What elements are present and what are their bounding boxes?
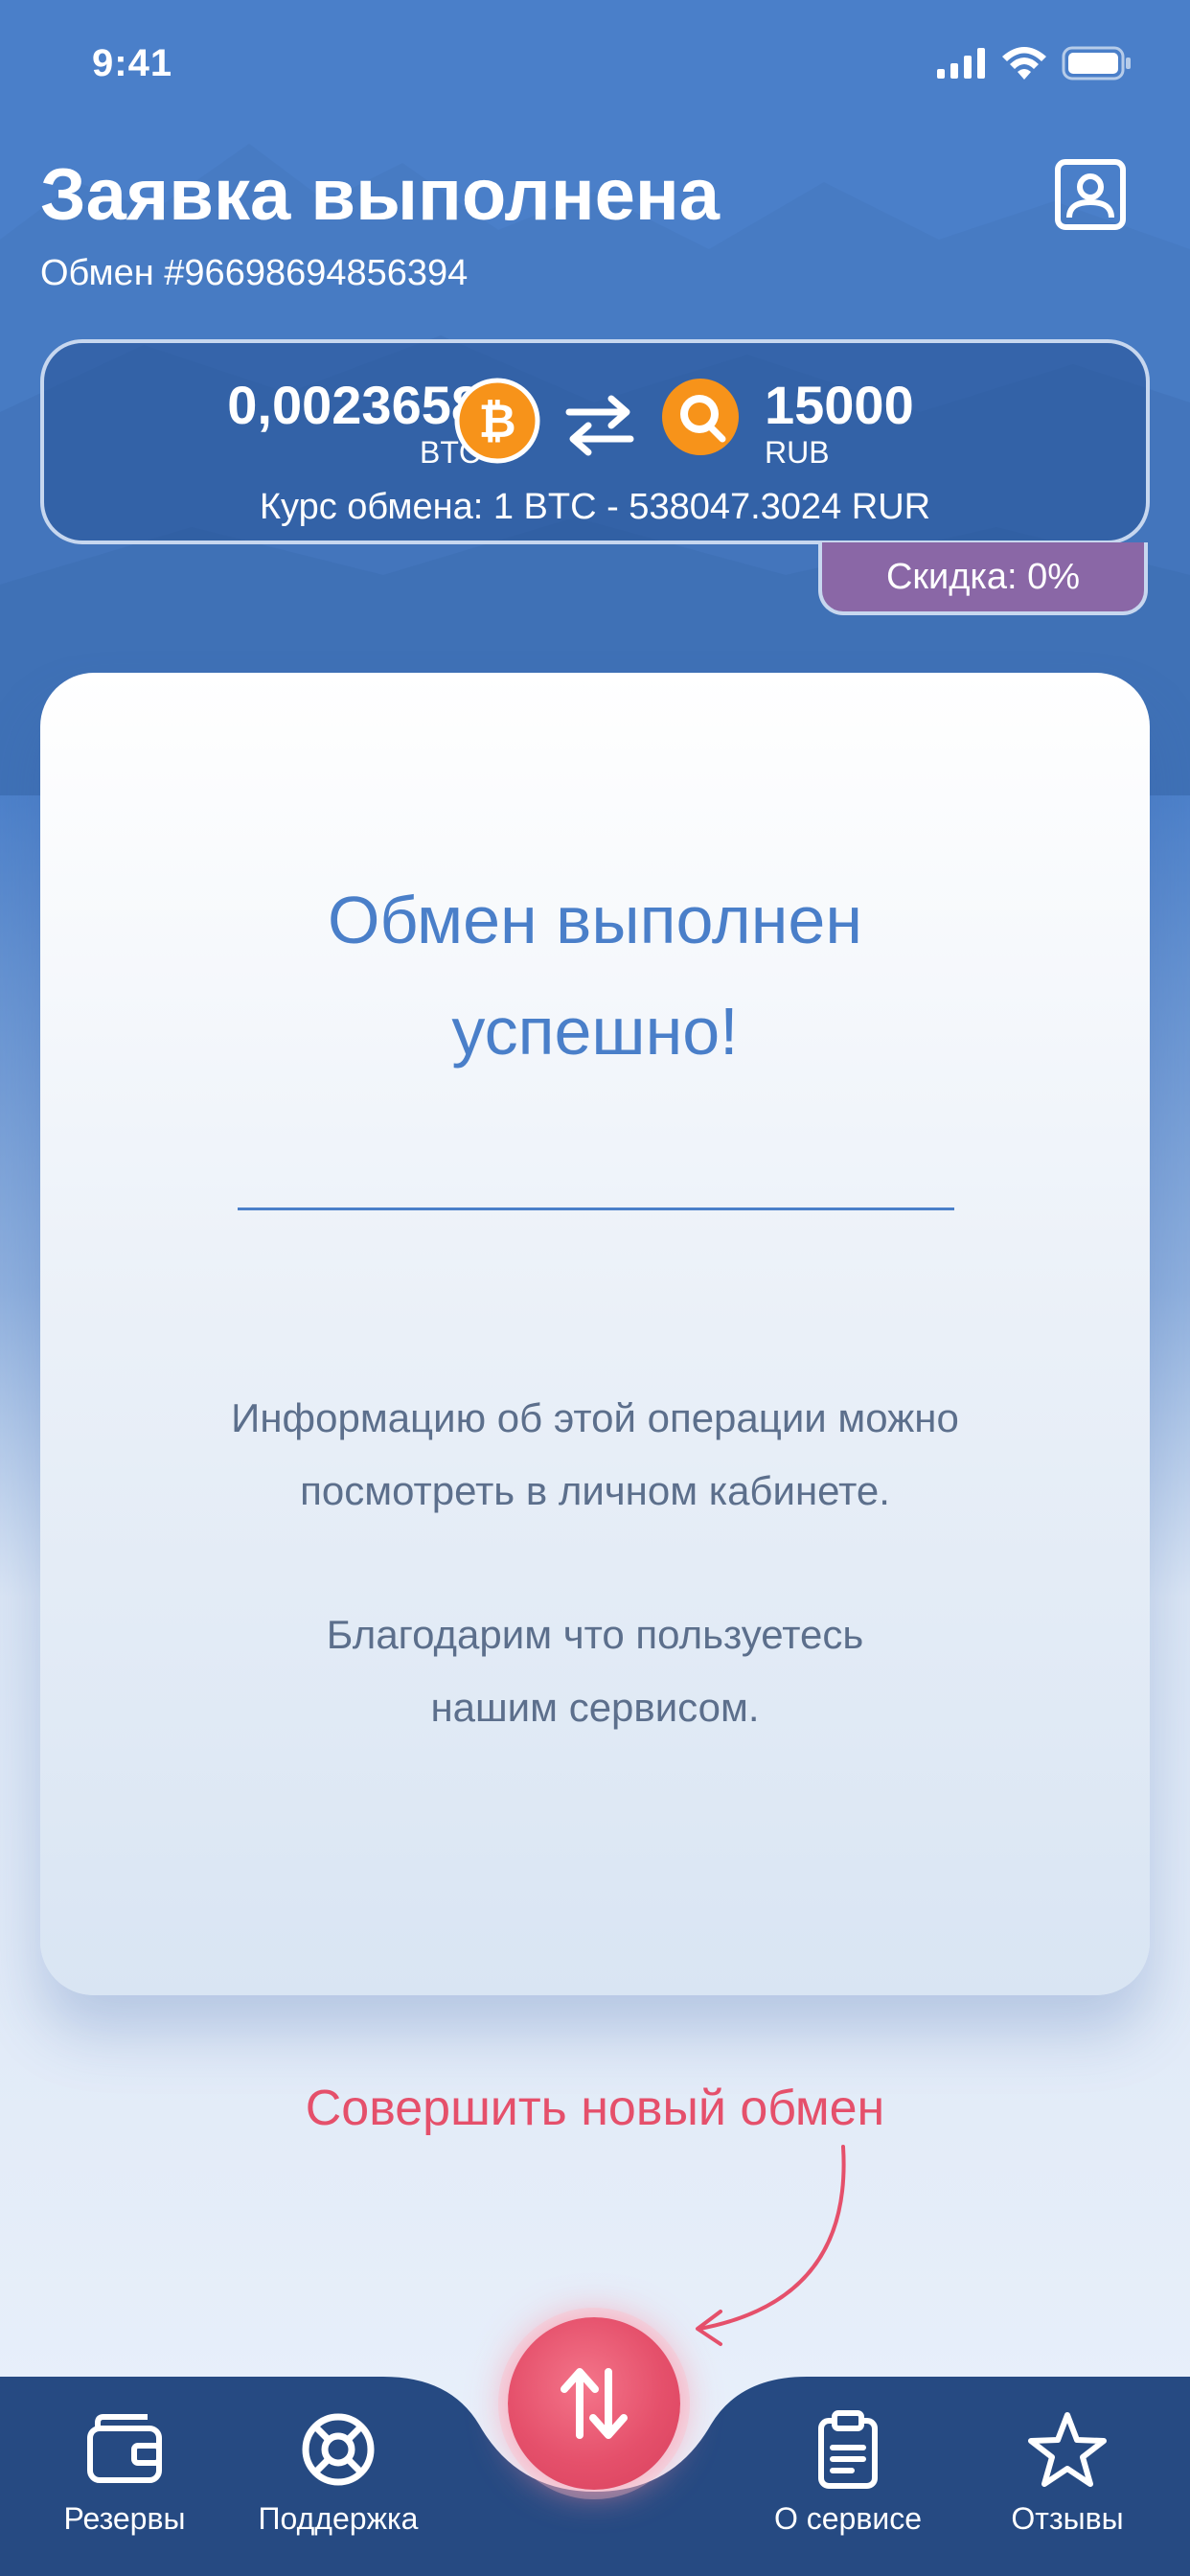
- bitcoin-icon: ₿: [454, 378, 540, 464]
- new-exchange-link[interactable]: Совершить новый обмен: [0, 2080, 1190, 2137]
- info-line1: Информацию об этой операции можно: [231, 1395, 959, 1440]
- qiwi-icon: [662, 379, 739, 455]
- exchange-summary-card: 0,0023658 BTC ₿ 15000 RUB Курс обмена: 1…: [40, 339, 1150, 544]
- tab-reviews[interactable]: Отзывы: [962, 2409, 1173, 2553]
- discount-badge: Скидка: 0%: [818, 542, 1148, 615]
- to-currency: RUB: [765, 435, 830, 470]
- tab-support[interactable]: Поддержка: [233, 2409, 444, 2553]
- thanks-line2: нашим сервисом.: [430, 1685, 760, 1730]
- star-icon: [1028, 2412, 1107, 2487]
- success-title-line2: успешно!: [451, 994, 739, 1069]
- wifi-icon: [1002, 47, 1046, 80]
- curved-arrow-icon: [696, 2145, 846, 2346]
- new-exchange-button[interactable]: [508, 2317, 680, 2490]
- clipboard-icon: [818, 2410, 878, 2489]
- tab-about-label: О сервисе: [773, 2501, 923, 2536]
- from-amount: 0,0023658: [227, 375, 481, 435]
- info-text: Информацию об этой операции можно посмот…: [40, 1382, 1150, 1528]
- swap-icon: [565, 395, 634, 456]
- exchange-rate: Курс обмена: 1 BTC - 538047.3024 RUR: [259, 487, 931, 527]
- lifebuoy-icon: [302, 2413, 375, 2486]
- signal-icon: [937, 48, 985, 79]
- to-amount: 15000: [765, 375, 914, 435]
- tab-support-label: Поддержка: [258, 2501, 419, 2536]
- thanks-line1: Благодарим что пользуетесь: [326, 1612, 864, 1657]
- tab-reserves[interactable]: Резервы: [19, 2409, 230, 2553]
- battery-icon: [1062, 46, 1131, 80]
- wallet-icon: [87, 2414, 162, 2483]
- profile-icon[interactable]: [1054, 158, 1127, 231]
- divider: [238, 1208, 954, 1210]
- success-title: Обмен выполнен успешно!: [40, 864, 1150, 1087]
- info-line2: посмотреть в личном кабинете.: [300, 1468, 890, 1513]
- status-time: 9:41: [92, 42, 173, 84]
- exchange-arrows-icon: [561, 2368, 628, 2439]
- order-number: Обмен #96698694856394: [40, 253, 469, 293]
- status-bar: 9:41: [0, 0, 1190, 134]
- status-icons: [937, 46, 1133, 80]
- page-title: Заявка выполнена: [40, 154, 721, 236]
- tab-about[interactable]: О сервисе: [743, 2409, 953, 2553]
- result-card: Обмен выполнен успешно! Информацию об эт…: [40, 673, 1150, 1995]
- success-title-line1: Обмен выполнен: [327, 883, 863, 957]
- tab-reserves-label: Резервы: [63, 2501, 186, 2536]
- svg-text:₿: ₿: [478, 395, 515, 448]
- thanks-text: Благодарим что пользуетесь нашим сервисо…: [40, 1598, 1150, 1744]
- tab-reviews-label: Отзывы: [1011, 2501, 1124, 2536]
